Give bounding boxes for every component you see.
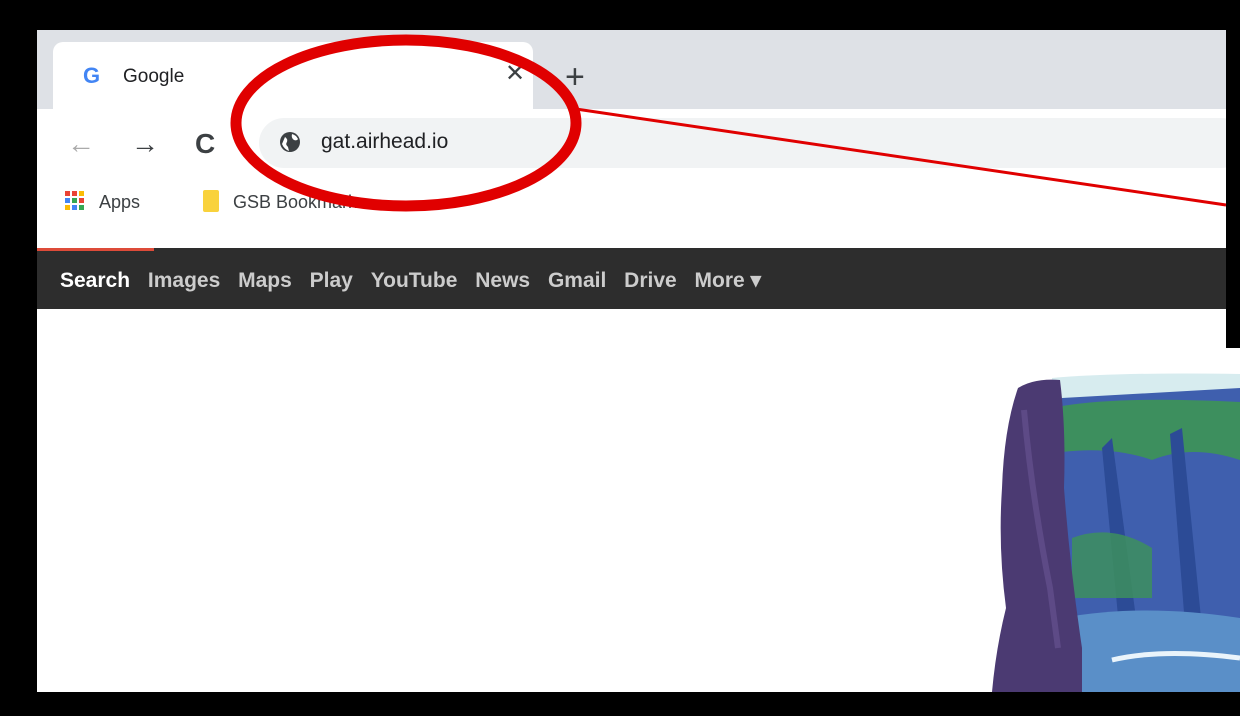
gbar-gmail[interactable]: Gmail: [548, 269, 606, 293]
folder-icon: [203, 190, 219, 213]
bookmark-apps[interactable]: Apps: [65, 191, 141, 213]
google-nav-bar: Search Images Maps Play YouTube News Gma…: [37, 248, 1226, 309]
doodle-illustration[interactable]: [962, 348, 1240, 692]
gbar-news[interactable]: News: [475, 269, 530, 293]
google-favicon-icon: G: [83, 63, 101, 88]
tab-strip: G Google ✕ +: [37, 30, 1226, 109]
gbar-youtube[interactable]: YouTube: [371, 269, 458, 293]
gbar-play[interactable]: Play: [310, 269, 353, 293]
bookmark-label: Apps: [99, 192, 141, 212]
bookmark-label: GSB Bookmarks: [233, 192, 367, 212]
toolbar: ← → C gat.airhead.io: [37, 109, 1226, 178]
bookmarks-bar: Apps GSB Bookmarks: [37, 178, 1226, 248]
active-tab-underline: [37, 248, 154, 251]
gbar-more[interactable]: More ▾: [695, 268, 762, 293]
gbar-maps[interactable]: Maps: [238, 269, 292, 293]
gbar-drive[interactable]: Drive: [624, 269, 677, 293]
address-bar[interactable]: gat.airhead.io: [259, 118, 1226, 168]
globe-icon: [280, 132, 300, 152]
tab-google[interactable]: G Google ✕: [53, 42, 533, 109]
close-tab-icon[interactable]: ✕: [505, 62, 525, 86]
forward-button[interactable]: →: [131, 129, 159, 159]
apps-grid-icon: [65, 191, 84, 211]
reload-button[interactable]: C: [195, 129, 215, 159]
back-button[interactable]: ←: [67, 129, 95, 159]
gbar-search[interactable]: Search: [60, 269, 130, 293]
bookmark-gsb[interactable]: GSB Bookmarks: [203, 190, 367, 214]
url-text[interactable]: gat.airhead.io: [321, 130, 448, 154]
tab-title: Google: [123, 66, 185, 87]
new-tab-button[interactable]: +: [565, 60, 585, 94]
gbar-images[interactable]: Images: [148, 269, 220, 293]
